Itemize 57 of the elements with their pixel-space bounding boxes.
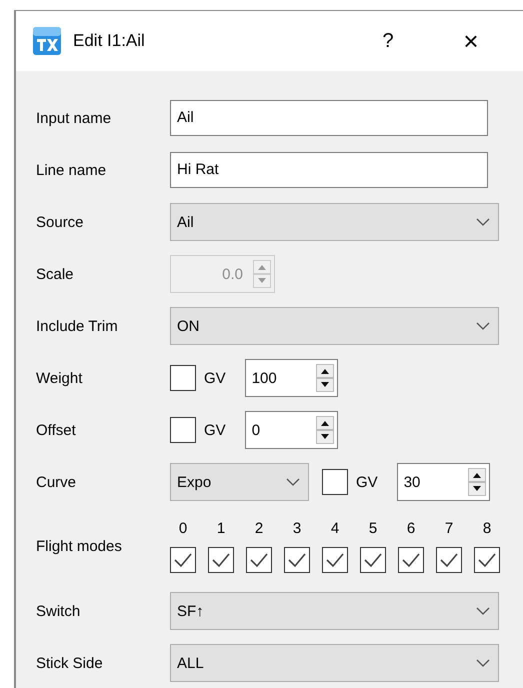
checkbox[interactable] [170,547,196,573]
app-logo-icon [32,26,62,56]
checkbox-label: GV [204,422,226,438]
checkbox[interactable] [208,547,234,573]
dropdown[interactable]: ON [170,307,499,345]
mode-number: 2 [254,520,264,537]
spin-box[interactable]: 30 [396,463,490,501]
field-label: Stick Side [36,654,104,672]
checkbox[interactable] [322,469,348,495]
window-title: Edit I1:Ail [73,31,145,51]
dropdown[interactable]: Expo [170,463,309,501]
text-field[interactable]: Hi Rat [170,152,488,188]
checkbox[interactable] [246,547,272,573]
spin-box[interactable]: 100 [244,359,338,397]
text-field[interactable]: Ail [170,100,488,136]
dropdown[interactable]: Ail [170,203,499,241]
spin-arrows-icon[interactable] [316,416,334,444]
field-label: Source [36,214,85,230]
field-label: Weight [36,370,84,386]
checkbox[interactable] [398,547,424,573]
mode-number: 6 [406,520,416,537]
mode-number: 8 [482,520,492,537]
spin-arrows-icon[interactable] [316,364,334,392]
field-label: Switch [36,602,82,620]
checkbox[interactable] [170,365,196,391]
checkbox[interactable] [436,547,462,573]
field-label: Input name [36,110,112,126]
field-label: Include Trim [36,318,119,334]
chevron-down-icon [286,478,300,486]
checkbox-label: GV [204,370,226,386]
field-label: Flight modes [36,538,123,555]
dropdown[interactable]: SF↑ [170,592,499,630]
chevron-down-icon [476,218,490,226]
mode-number: 7 [444,520,454,537]
checkbox[interactable] [474,547,500,573]
field-label: Offset [36,422,77,438]
checkbox[interactable] [360,547,386,573]
field-label: Curve [36,474,78,490]
mode-number: 3 [292,520,302,537]
mode-number: 0 [178,520,188,537]
checkbox[interactable] [322,547,348,573]
help-button[interactable]: ? [373,30,403,52]
checkbox[interactable] [170,417,196,443]
chevron-down-icon [476,659,490,667]
mode-number: 1 [216,520,226,537]
chevron-down-icon [476,607,490,615]
spin-arrows-icon[interactable] [468,468,486,496]
mode-number: 4 [330,520,340,537]
field-label: Line name [36,162,108,178]
checkbox-label: GV [356,474,378,490]
spin-box[interactable]: 0 [244,411,338,449]
chevron-down-icon [476,322,490,330]
mode-number: 5 [368,520,378,537]
close-button[interactable]: × [456,26,486,56]
dropdown[interactable]: ALL [170,644,499,682]
checkbox[interactable] [284,547,310,573]
field-label: Scale [36,266,75,282]
